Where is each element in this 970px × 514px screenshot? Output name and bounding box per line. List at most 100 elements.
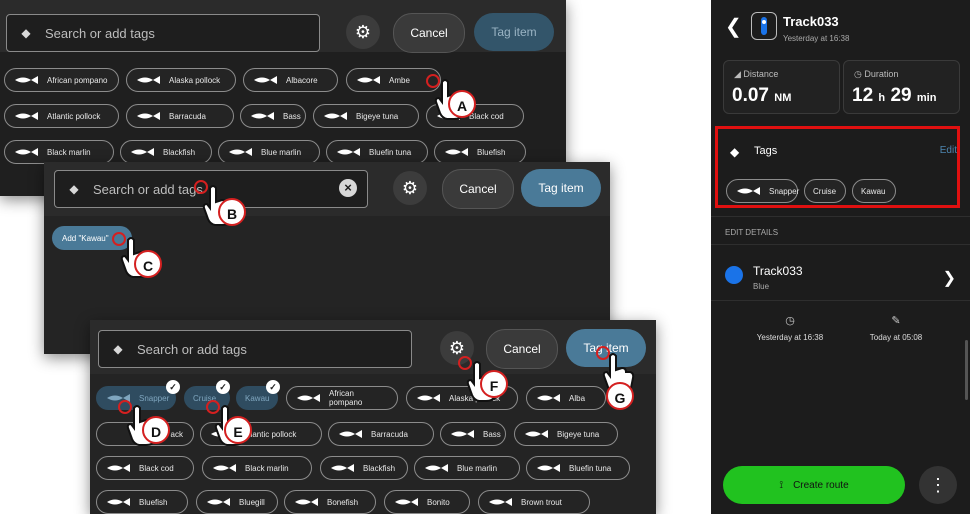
fish-icon <box>487 497 513 507</box>
fish-icon <box>423 463 449 473</box>
fish-icon <box>105 463 131 473</box>
tag-chip[interactable]: Blackfish <box>320 456 408 480</box>
tag-chip[interactable]: Bigeye tuna <box>514 422 618 446</box>
tag-chip[interactable]: Bonito <box>384 490 470 514</box>
distance-value: 0.07 NM <box>732 85 792 106</box>
tag-panel-step3: ◆ Search or add tags ⚙ Cancel Tag item S… <box>90 320 656 514</box>
duration-value: 12 h 29 min <box>852 85 937 106</box>
track-subtitle: Yesterday at 16:38 <box>783 34 850 43</box>
tag-chip[interactable]: Albacore <box>243 68 338 92</box>
tag-chip[interactable]: Blackfish <box>120 140 212 164</box>
tag-chip[interactable]: Bonefish <box>284 490 376 514</box>
scrollbar[interactable] <box>965 340 968 400</box>
chevron-right-icon: ❯ <box>942 270 956 287</box>
fish-icon <box>523 429 549 439</box>
tag-chip: Kawau <box>852 179 896 203</box>
tag-chip[interactable]: Alba <box>526 386 606 410</box>
tag-chip[interactable]: Black cod <box>96 456 194 480</box>
tag-chip[interactable]: Black marlin <box>202 456 312 480</box>
fish-icon <box>249 111 275 121</box>
fish-icon <box>211 463 237 473</box>
tags-section: ◆ Tags Edit Snapper Cruise Kawau <box>715 126 960 208</box>
tag-chip[interactable]: Bass <box>440 422 506 446</box>
step-badge: G <box>606 382 634 410</box>
tag-chip[interactable]: African pompano <box>286 386 398 410</box>
cancel-button[interactable]: Cancel <box>393 13 465 53</box>
fish-icon <box>393 497 419 507</box>
create-route-button[interactable]: ⟟ Create route <box>723 466 905 504</box>
tag-chip[interactable]: Bluefin tuna <box>326 140 428 164</box>
fish-icon <box>443 147 469 157</box>
search-placeholder: Search or add tags <box>137 341 247 357</box>
edit-tags-link[interactable]: Edit <box>940 145 957 156</box>
route-icon: ⟟ <box>779 479 784 491</box>
more-options-icon[interactable]: ⋮ <box>919 466 957 504</box>
step-badge: F <box>480 370 508 398</box>
tag-chip[interactable]: Bluefin tuna <box>526 456 630 480</box>
back-chevron-icon[interactable]: ❮ <box>725 14 742 39</box>
fish-icon <box>135 111 161 121</box>
tag-chip[interactable]: Brown trout <box>478 490 590 514</box>
fish-icon <box>227 147 253 157</box>
clock-icon: ◷ <box>785 315 795 327</box>
check-icon: ✓ <box>216 380 230 394</box>
fish-icon <box>205 497 231 507</box>
tag-item-button[interactable]: Tag item <box>474 13 554 51</box>
tag-item-button[interactable]: Tag item <box>521 169 601 207</box>
created-meta: ◷ Yesterday at 16:38 <box>756 315 824 342</box>
tags-label: Tags <box>754 145 778 157</box>
cancel-button[interactable]: Cancel <box>442 169 514 209</box>
tag-chip[interactable]: Blue marlin <box>218 140 320 164</box>
fish-icon <box>535 393 561 403</box>
distance-label: ◢ Distance <box>734 69 779 79</box>
track-icon <box>751 12 777 40</box>
fish-icon <box>535 463 561 473</box>
fish-icon <box>129 147 155 157</box>
pencil-icon: ✎ <box>891 315 901 327</box>
tag-chip[interactable]: African pompano <box>4 68 119 92</box>
tag-chip[interactable]: Blue marlin <box>414 456 520 480</box>
track-name: Track033 <box>753 264 803 278</box>
fish-icon <box>415 393 441 403</box>
settings-gear-icon[interactable]: ⚙ <box>346 15 380 49</box>
search-input[interactable]: ◆ Search or add tags <box>6 14 320 52</box>
clear-icon[interactable]: × <box>339 179 357 197</box>
fish-icon <box>329 463 355 473</box>
tag-icon: ◆ <box>730 145 740 159</box>
fish-icon <box>13 147 39 157</box>
search-placeholder: Search or add tags <box>45 25 155 41</box>
fish-icon <box>295 393 321 403</box>
step-badge: A <box>448 90 476 118</box>
search-placeholder: Search or add tags <box>93 181 203 197</box>
search-input[interactable]: ◆ Search or add tags <box>98 330 412 368</box>
tag-chip[interactable]: Black marlin <box>4 140 114 164</box>
fish-icon <box>13 111 39 121</box>
divider <box>711 300 970 301</box>
fish-icon <box>252 75 278 85</box>
tag-chip[interactable]: Bigeye tuna <box>313 104 419 128</box>
duration-card: ◷ Duration 12 h 29 min <box>843 60 960 114</box>
tag-chip[interactable]: Barracuda <box>126 104 234 128</box>
tag-chip[interactable]: Bluefish <box>434 140 526 164</box>
tag-chip[interactable]: Alaska pollock <box>126 68 236 92</box>
track-details-screen: ❮ Track033 Yesterday at 16:38 ◢ Distance… <box>711 0 970 514</box>
tag-chip[interactable]: Atlantic pollock <box>4 104 119 128</box>
tag-chip: Snapper <box>726 179 799 203</box>
tag-chip[interactable]: Bass <box>240 104 306 128</box>
settings-gear-icon[interactable]: ⚙ <box>393 171 427 205</box>
check-icon: ✓ <box>266 380 280 394</box>
tag-chip[interactable]: Bluegill <box>196 490 278 514</box>
divider <box>711 216 970 217</box>
fish-icon <box>105 497 131 507</box>
track-title: Track033 <box>783 14 839 29</box>
fish-icon <box>355 75 381 85</box>
fish-icon <box>735 186 761 196</box>
tag-chip[interactable]: Barracuda <box>328 422 434 446</box>
fish-icon <box>293 497 319 507</box>
fish-icon <box>449 429 475 439</box>
tag-chip[interactable]: Bluefish <box>96 490 188 514</box>
fish-icon <box>337 429 363 439</box>
section-heading: EDIT DETAILS <box>725 228 779 237</box>
tag-icon: ◆ <box>69 182 79 196</box>
fish-icon <box>335 147 361 157</box>
